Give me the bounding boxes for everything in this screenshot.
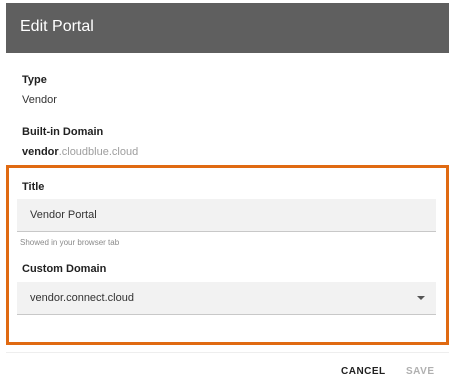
builtin-domain-suffix: .cloudblue.cloud <box>58 146 139 158</box>
edit-portal-dialog: Edit Portal Type Vendor Built-in Domain … <box>0 0 453 391</box>
builtin-domain-label: Built-in Domain <box>22 126 104 138</box>
dialog-header: Edit Portal <box>6 3 449 53</box>
builtin-domain-value: vendor.cloudblue.cloud <box>22 146 138 158</box>
title-input-value: Vendor Portal <box>30 209 97 221</box>
custom-domain-label: Custom Domain <box>22 263 107 275</box>
save-button[interactable]: SAVE <box>406 366 435 377</box>
type-value: Vendor <box>22 94 57 106</box>
title-helper-text: Showed in your browser tab <box>20 238 120 247</box>
dialog-title: Edit Portal <box>20 18 94 35</box>
chevron-down-icon[interactable] <box>417 296 425 300</box>
type-label: Type <box>22 74 47 86</box>
custom-domain-select[interactable]: vendor.connect.cloud <box>17 282 436 315</box>
title-field-label: Title <box>22 181 45 193</box>
cancel-button[interactable]: CANCEL <box>341 366 386 377</box>
title-input[interactable]: Vendor Portal <box>17 199 436 232</box>
highlight-box <box>6 165 449 345</box>
actions-divider <box>6 352 449 353</box>
custom-domain-selected: vendor.connect.cloud <box>30 292 134 304</box>
builtin-domain-prefix: vendor <box>22 146 59 158</box>
